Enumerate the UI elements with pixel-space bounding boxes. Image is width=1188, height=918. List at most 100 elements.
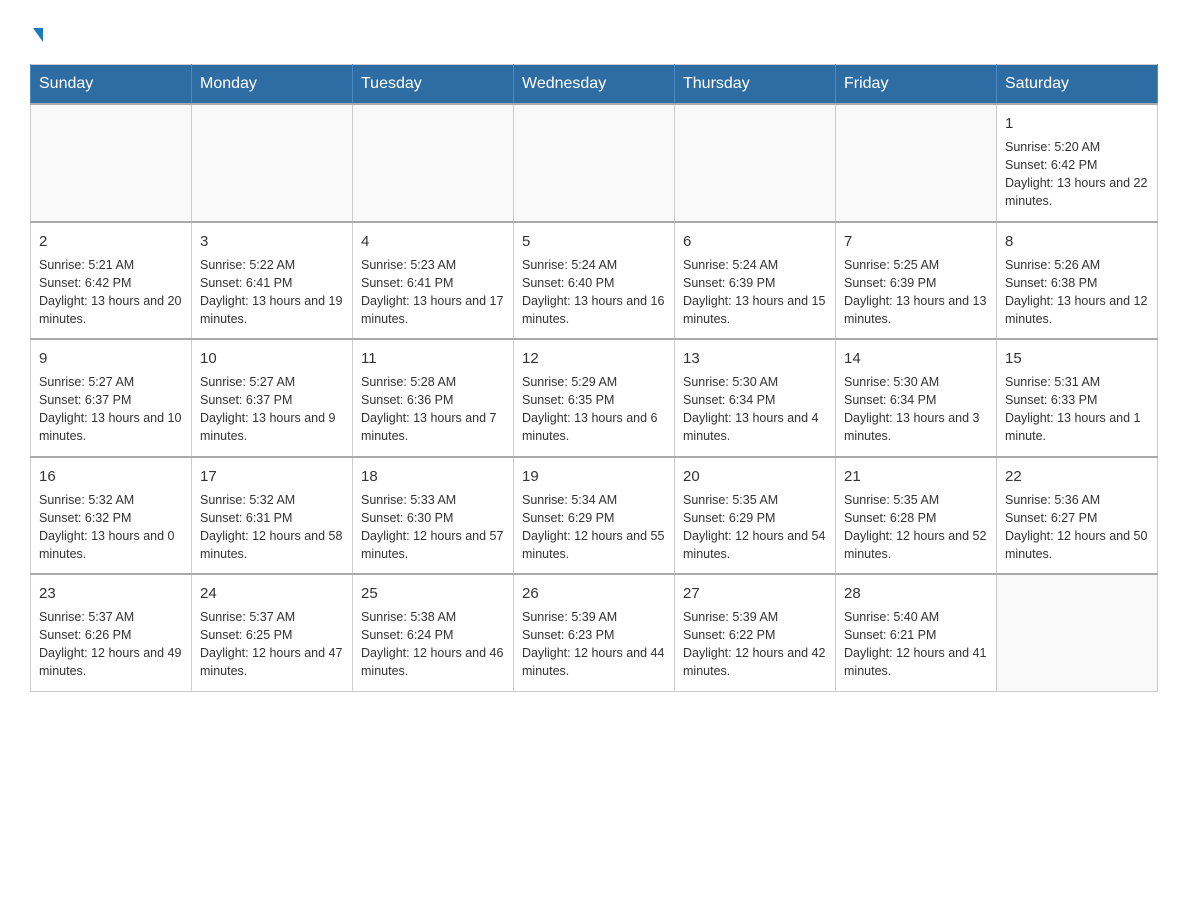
- calendar-week-row: 9 Sunrise: 5:27 AM Sunset: 6:37 PM Daylig…: [31, 339, 1158, 457]
- day-info: Sunrise: 5:29 AM Sunset: 6:35 PM Dayligh…: [522, 373, 666, 446]
- day-number: 8: [1005, 231, 1149, 252]
- day-info: Sunrise: 5:33 AM Sunset: 6:30 PM Dayligh…: [361, 491, 505, 564]
- day-info: Sunrise: 5:28 AM Sunset: 6:36 PM Dayligh…: [361, 373, 505, 446]
- day-info: Sunrise: 5:37 AM Sunset: 6:25 PM Dayligh…: [200, 608, 344, 681]
- day-number: 2: [39, 231, 183, 252]
- day-info: Sunrise: 5:24 AM Sunset: 6:40 PM Dayligh…: [522, 256, 666, 329]
- calendar-day-cell: 16 Sunrise: 5:32 AM Sunset: 6:32 PM Dayli…: [31, 457, 192, 575]
- day-number: 4: [361, 231, 505, 252]
- day-info: Sunrise: 5:32 AM Sunset: 6:31 PM Dayligh…: [200, 491, 344, 564]
- calendar-day-cell: 10 Sunrise: 5:27 AM Sunset: 6:37 PM Dayli…: [192, 339, 353, 457]
- page-header: [30, 20, 1158, 46]
- day-number: 26: [522, 583, 666, 604]
- calendar-day-cell: 5 Sunrise: 5:24 AM Sunset: 6:40 PM Daylig…: [514, 222, 675, 340]
- day-number: 22: [1005, 466, 1149, 487]
- calendar-day-cell: 14 Sunrise: 5:30 AM Sunset: 6:34 PM Dayli…: [836, 339, 997, 457]
- day-info: Sunrise: 5:40 AM Sunset: 6:21 PM Dayligh…: [844, 608, 988, 681]
- day-number: 13: [683, 348, 827, 369]
- day-number: 23: [39, 583, 183, 604]
- calendar-day-cell: 17 Sunrise: 5:32 AM Sunset: 6:31 PM Dayli…: [192, 457, 353, 575]
- day-number: 18: [361, 466, 505, 487]
- day-number: 21: [844, 466, 988, 487]
- day-number: 1: [1005, 113, 1149, 134]
- calendar-day-cell: 28 Sunrise: 5:40 AM Sunset: 6:21 PM Dayli…: [836, 574, 997, 691]
- day-number: 3: [200, 231, 344, 252]
- day-info: Sunrise: 5:30 AM Sunset: 6:34 PM Dayligh…: [844, 373, 988, 446]
- calendar-day-cell: 20Sunrise: 5:35 AM Sunset: 6:29 PM Dayli…: [675, 457, 836, 575]
- day-number: 27: [683, 583, 827, 604]
- day-number: 28: [844, 583, 988, 604]
- calendar-day-cell: [31, 104, 192, 222]
- day-number: 9: [39, 348, 183, 369]
- day-info: Sunrise: 5:36 AM Sunset: 6:27 PM Dayligh…: [1005, 491, 1149, 564]
- calendar-weekday-header: Sunday: [31, 65, 192, 105]
- calendar-day-cell: 3 Sunrise: 5:22 AM Sunset: 6:41 PM Daylig…: [192, 222, 353, 340]
- day-info: Sunrise: 5:26 AM Sunset: 6:38 PM Dayligh…: [1005, 256, 1149, 329]
- calendar-day-cell: 21 Sunrise: 5:35 AM Sunset: 6:28 PM Dayli…: [836, 457, 997, 575]
- calendar-weekday-header: Wednesday: [514, 65, 675, 105]
- calendar-week-row: 16 Sunrise: 5:32 AM Sunset: 6:32 PM Dayli…: [31, 457, 1158, 575]
- day-number: 15: [1005, 348, 1149, 369]
- calendar-week-row: 1 Sunrise: 5:20 AM Sunset: 6:42 PM Daylig…: [31, 104, 1158, 222]
- day-number: 5: [522, 231, 666, 252]
- day-info: Sunrise: 5:21 AM Sunset: 6:42 PM Dayligh…: [39, 256, 183, 329]
- calendar-day-cell: 12 Sunrise: 5:29 AM Sunset: 6:35 PM Dayli…: [514, 339, 675, 457]
- day-info: Sunrise: 5:35 AM Sunset: 6:28 PM Dayligh…: [844, 491, 988, 564]
- logo: [30, 20, 45, 46]
- day-info: Sunrise: 5:25 AM Sunset: 6:39 PM Dayligh…: [844, 256, 988, 329]
- calendar-day-cell: [192, 104, 353, 222]
- calendar-week-row: 23 Sunrise: 5:37 AM Sunset: 6:26 PM Dayli…: [31, 574, 1158, 691]
- day-info: Sunrise: 5:35 AM Sunset: 6:29 PM Dayligh…: [683, 491, 827, 564]
- calendar-day-cell: 6 Sunrise: 5:24 AM Sunset: 6:39 PM Daylig…: [675, 222, 836, 340]
- calendar-day-cell: 7Sunrise: 5:25 AM Sunset: 6:39 PM Daylig…: [836, 222, 997, 340]
- calendar-day-cell: 27 Sunrise: 5:39 AM Sunset: 6:22 PM Dayli…: [675, 574, 836, 691]
- day-info: Sunrise: 5:39 AM Sunset: 6:23 PM Dayligh…: [522, 608, 666, 681]
- calendar-day-cell: [675, 104, 836, 222]
- calendar-day-cell: 9 Sunrise: 5:27 AM Sunset: 6:37 PM Daylig…: [31, 339, 192, 457]
- calendar-weekday-header: Thursday: [675, 65, 836, 105]
- calendar-day-cell: [353, 104, 514, 222]
- calendar-day-cell: 23 Sunrise: 5:37 AM Sunset: 6:26 PM Dayli…: [31, 574, 192, 691]
- day-info: Sunrise: 5:37 AM Sunset: 6:26 PM Dayligh…: [39, 608, 183, 681]
- calendar-day-cell: 19Sunrise: 5:34 AM Sunset: 6:29 PM Dayli…: [514, 457, 675, 575]
- calendar-day-cell: [836, 104, 997, 222]
- day-number: 12: [522, 348, 666, 369]
- day-number: 25: [361, 583, 505, 604]
- day-number: 10: [200, 348, 344, 369]
- day-info: Sunrise: 5:38 AM Sunset: 6:24 PM Dayligh…: [361, 608, 505, 681]
- calendar-day-cell: 25 Sunrise: 5:38 AM Sunset: 6:24 PM Dayli…: [353, 574, 514, 691]
- day-info: Sunrise: 5:39 AM Sunset: 6:22 PM Dayligh…: [683, 608, 827, 681]
- calendar-day-cell: 24 Sunrise: 5:37 AM Sunset: 6:25 PM Dayli…: [192, 574, 353, 691]
- day-info: Sunrise: 5:24 AM Sunset: 6:39 PM Dayligh…: [683, 256, 827, 329]
- calendar-day-cell: 15 Sunrise: 5:31 AM Sunset: 6:33 PM Dayli…: [997, 339, 1158, 457]
- calendar-day-cell: 26 Sunrise: 5:39 AM Sunset: 6:23 PM Dayli…: [514, 574, 675, 691]
- day-number: 19: [522, 466, 666, 487]
- calendar-week-row: 2 Sunrise: 5:21 AM Sunset: 6:42 PM Daylig…: [31, 222, 1158, 340]
- calendar-header-row: SundayMondayTuesdayWednesdayThursdayFrid…: [31, 65, 1158, 105]
- calendar-weekday-header: Tuesday: [353, 65, 514, 105]
- calendar-day-cell: 1 Sunrise: 5:20 AM Sunset: 6:42 PM Daylig…: [997, 104, 1158, 222]
- day-info: Sunrise: 5:27 AM Sunset: 6:37 PM Dayligh…: [200, 373, 344, 446]
- calendar-day-cell: 13 Sunrise: 5:30 AM Sunset: 6:34 PM Dayli…: [675, 339, 836, 457]
- day-number: 11: [361, 348, 505, 369]
- day-number: 6: [683, 231, 827, 252]
- calendar-table: SundayMondayTuesdayWednesdayThursdayFrid…: [30, 64, 1158, 692]
- day-info: Sunrise: 5:27 AM Sunset: 6:37 PM Dayligh…: [39, 373, 183, 446]
- day-info: Sunrise: 5:22 AM Sunset: 6:41 PM Dayligh…: [200, 256, 344, 329]
- calendar-day-cell: 8 Sunrise: 5:26 AM Sunset: 6:38 PM Daylig…: [997, 222, 1158, 340]
- day-info: Sunrise: 5:30 AM Sunset: 6:34 PM Dayligh…: [683, 373, 827, 446]
- calendar-day-cell: [997, 574, 1158, 691]
- calendar-weekday-header: Saturday: [997, 65, 1158, 105]
- day-number: 24: [200, 583, 344, 604]
- calendar-day-cell: 18 Sunrise: 5:33 AM Sunset: 6:30 PM Dayli…: [353, 457, 514, 575]
- calendar-weekday-header: Monday: [192, 65, 353, 105]
- calendar-weekday-header: Friday: [836, 65, 997, 105]
- day-number: 16: [39, 466, 183, 487]
- day-info: Sunrise: 5:31 AM Sunset: 6:33 PM Dayligh…: [1005, 373, 1149, 446]
- day-info: Sunrise: 5:20 AM Sunset: 6:42 PM Dayligh…: [1005, 138, 1149, 211]
- day-info: Sunrise: 5:32 AM Sunset: 6:32 PM Dayligh…: [39, 491, 183, 564]
- day-info: Sunrise: 5:23 AM Sunset: 6:41 PM Dayligh…: [361, 256, 505, 329]
- day-number: 14: [844, 348, 988, 369]
- day-number: 17: [200, 466, 344, 487]
- calendar-day-cell: 2 Sunrise: 5:21 AM Sunset: 6:42 PM Daylig…: [31, 222, 192, 340]
